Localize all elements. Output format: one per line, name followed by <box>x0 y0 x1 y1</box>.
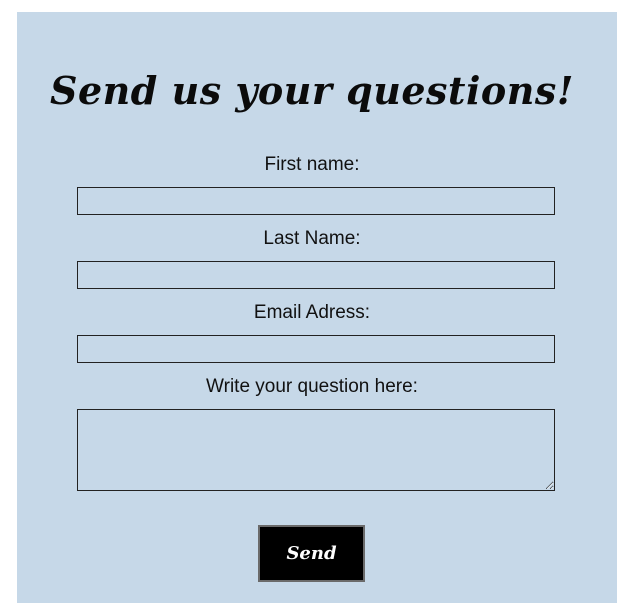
last-name-label: Last Name: <box>263 228 361 249</box>
email-input[interactable] <box>77 335 555 363</box>
first-name-label: First name: <box>264 154 360 175</box>
send-button[interactable]: Send <box>258 525 365 582</box>
question-textarea[interactable] <box>77 409 555 491</box>
form-title: Send us your questions! <box>50 68 574 113</box>
question-label: Write your question here: <box>206 376 418 397</box>
email-label: Email Adress: <box>253 302 371 323</box>
contact-form-panel: Send us your questions! First name: Last… <box>17 12 617 603</box>
last-name-input[interactable] <box>77 261 555 289</box>
first-name-input[interactable] <box>77 187 555 215</box>
